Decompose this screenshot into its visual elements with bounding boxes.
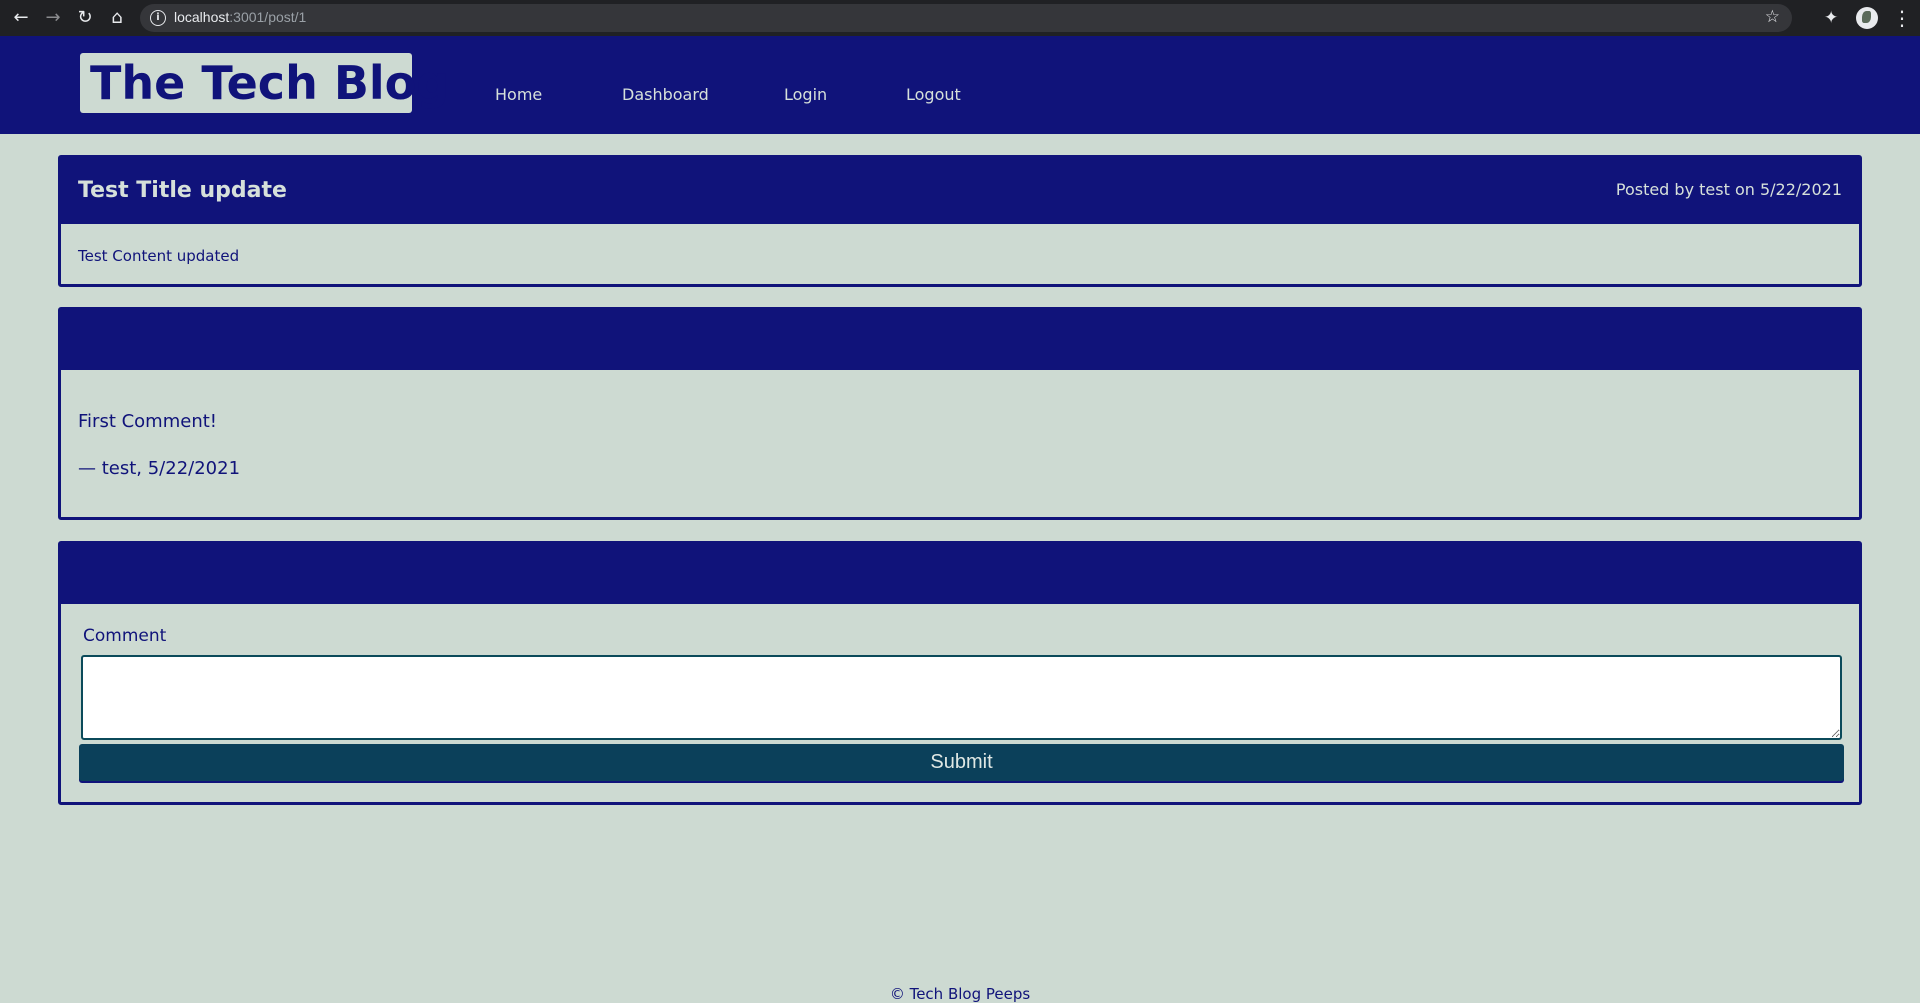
extensions-icon[interactable]: ✦ xyxy=(1824,7,1838,29)
nav-login-link[interactable]: Login xyxy=(784,85,827,104)
comment-label: Comment xyxy=(83,626,167,646)
comments-header xyxy=(61,310,1859,370)
site-header: The Tech Blog Home Dashboard Login Logou… xyxy=(0,36,1920,134)
address-url[interactable]: localhost:3001/post/1 xyxy=(174,9,306,25)
profile-avatar[interactable] xyxy=(1856,7,1878,29)
post-title: Test Title update xyxy=(78,178,287,203)
comment-meta: — test, 5/22/2021 xyxy=(78,458,241,479)
bookmark-star-icon[interactable]: ☆ xyxy=(1765,7,1780,27)
comment-form-header xyxy=(61,544,1859,604)
comment-text: First Comment! xyxy=(78,411,218,432)
site-info-icon[interactable]: i xyxy=(150,10,166,26)
comments-card: First Comment! — test, 5/22/2021 xyxy=(58,307,1862,520)
site-logo[interactable]: The Tech Blog xyxy=(80,53,449,113)
footer: © Tech Blog Peeps xyxy=(889,985,1031,1003)
post-card: Test Title update Posted by test on 5/22… xyxy=(58,155,1862,287)
home-icon[interactable]: ⌂ xyxy=(106,7,128,29)
post-meta: Posted by test on 5/22/2021 xyxy=(1615,180,1842,199)
submit-button[interactable]: Submit xyxy=(79,744,1844,781)
reload-icon[interactable]: ↻ xyxy=(74,7,96,29)
browser-toolbar: ← → ↻ ⌂ i localhost:3001/post/1 ☆ ✦ ⋮ xyxy=(0,0,1920,36)
nav-dashboard-link[interactable]: Dashboard xyxy=(622,85,709,104)
back-arrow-icon[interactable]: ← xyxy=(10,7,32,29)
browser-menu-icon[interactable]: ⋮ xyxy=(1892,7,1912,29)
address-bar[interactable]: i localhost:3001/post/1 ☆ xyxy=(140,4,1792,32)
url-host: localhost xyxy=(174,9,230,25)
nav-home-link[interactable]: Home xyxy=(495,85,542,104)
url-path: :3001/post/1 xyxy=(229,9,307,25)
nav-logout-link[interactable]: Logout xyxy=(906,85,961,104)
post-header: Test Title update Posted by test on 5/22… xyxy=(61,158,1859,224)
comment-form-card: Comment Submit xyxy=(58,541,1862,805)
post-content: Test Content updated xyxy=(78,247,240,265)
forward-arrow-icon[interactable]: → xyxy=(42,7,64,29)
comment-textarea[interactable] xyxy=(81,655,1842,740)
